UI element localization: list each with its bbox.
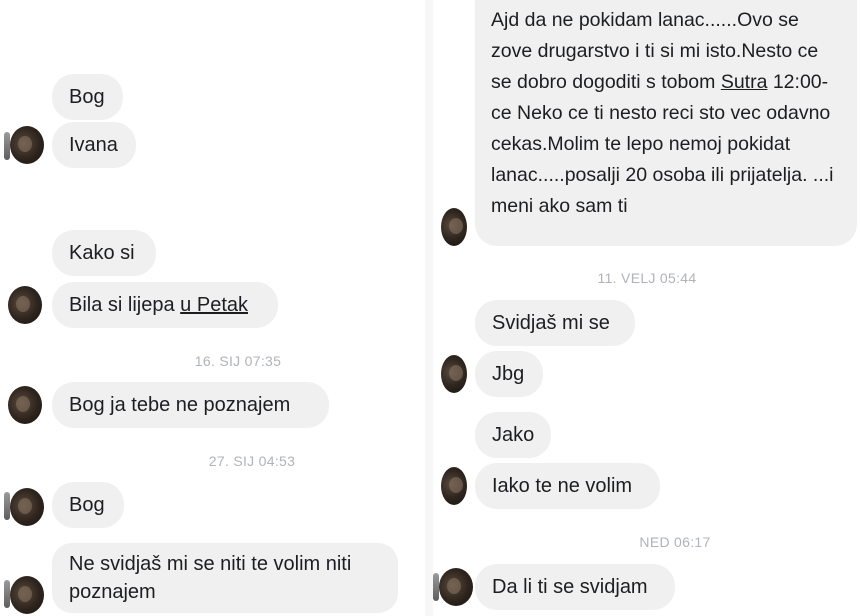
date-link[interactable]: Sutra [721, 71, 768, 93]
avatar [8, 286, 42, 324]
message-bubble[interactable]: Bog [52, 74, 123, 120]
date-link[interactable]: u Petak [180, 294, 248, 316]
avatar [10, 488, 44, 526]
timestamp: 27. SIJ 04:53 [208, 453, 296, 469]
timestamp: NED 06:17 [639, 534, 711, 550]
message-bubble[interactable]: Da li ti se svidjam [475, 564, 675, 610]
message-bubble[interactable]: Ajd da ne pokidam lanac......Ovo se zove… [475, 0, 857, 246]
message-bubble[interactable]: Bog [52, 482, 124, 528]
avatar [10, 126, 44, 164]
avatar [439, 568, 473, 606]
right-chat-panel: Ajd da ne pokidam lanac......Ovo se zove… [433, 0, 860, 616]
message-bubble[interactable]: Svidjaš mi se [475, 300, 635, 346]
timestamp: 11. VELJ 05:44 [597, 270, 697, 286]
message-bubble[interactable]: Bila si lijepa u Petak [52, 282, 278, 328]
avatar [8, 386, 42, 424]
message-bubble[interactable]: Jako [475, 412, 551, 458]
avatar [441, 467, 467, 505]
avatar [10, 576, 44, 614]
avatar [441, 355, 467, 393]
message-text: Bila si lijepa [69, 294, 181, 316]
avatar [441, 208, 467, 246]
message-bubble[interactable]: Kako si [52, 230, 156, 276]
message-bubble[interactable]: Bog ja tebe ne poznajem [52, 382, 329, 428]
message-bubble[interactable]: Jbg [475, 351, 543, 397]
timestamp: 16. SIJ 07:35 [194, 353, 282, 369]
message-bubble[interactable]: Ivana [52, 122, 136, 168]
left-chat-panel: Bog Ivana Kako si Bila si lijepa u Petak… [0, 0, 425, 616]
message-bubble[interactable]: Ne svidjaš mi se niti te volim niti pozn… [52, 543, 398, 613]
panel-divider [425, 0, 433, 616]
message-bubble[interactable]: Iako te ne volim [475, 463, 660, 509]
